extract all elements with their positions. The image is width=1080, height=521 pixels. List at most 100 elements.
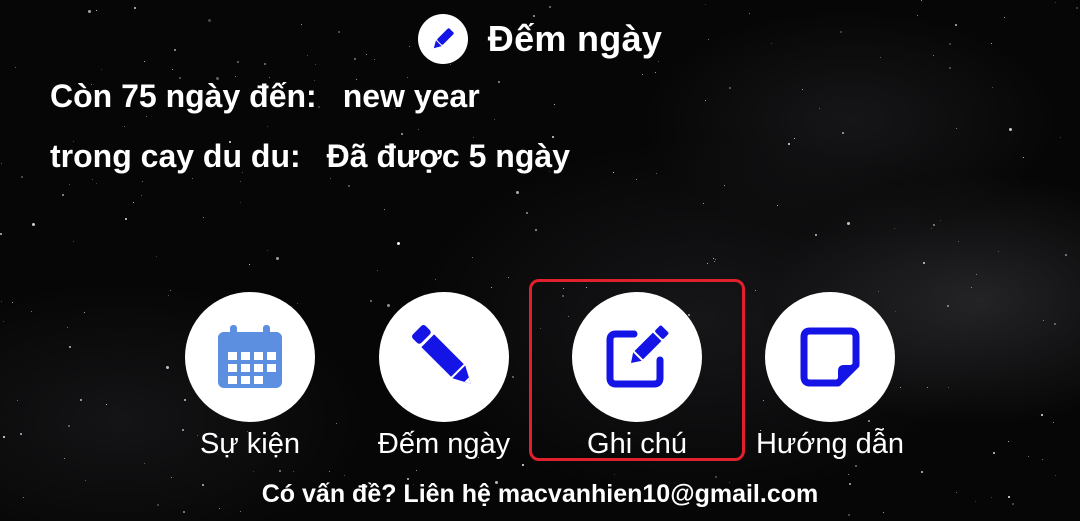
star bbox=[549, 6, 551, 8]
edit-note-icon bbox=[606, 325, 669, 388]
star bbox=[142, 181, 143, 182]
star bbox=[144, 463, 145, 464]
nav-icon-circle[interactable] bbox=[572, 292, 702, 422]
star bbox=[80, 399, 82, 401]
star bbox=[921, 471, 923, 473]
star bbox=[847, 222, 850, 225]
star bbox=[276, 257, 279, 260]
star bbox=[976, 274, 977, 275]
star bbox=[146, 116, 147, 117]
star bbox=[141, 195, 142, 196]
star bbox=[416, 470, 417, 471]
star bbox=[418, 129, 419, 130]
nav-item-label: Đếm ngày bbox=[377, 428, 511, 460]
page-title: Đếm ngày bbox=[487, 18, 663, 59]
star bbox=[715, 476, 717, 478]
pencil-icon bbox=[433, 28, 454, 49]
nav-item-guide[interactable]: Hướng dẫn bbox=[740, 292, 920, 461]
countdown-value: Đã được 5 ngày bbox=[326, 138, 570, 174]
star bbox=[69, 346, 71, 348]
star bbox=[267, 126, 268, 127]
star bbox=[267, 250, 268, 251]
star bbox=[705, 4, 706, 5]
star bbox=[329, 471, 330, 472]
star bbox=[240, 511, 241, 512]
star bbox=[279, 470, 281, 472]
star bbox=[92, 179, 93, 180]
star bbox=[133, 202, 134, 203]
countdown-label: Còn 75 ngày đến: bbox=[50, 78, 317, 114]
contact-footer: Có vấn đề? Liên hệ macvanhien10@gmail.co… bbox=[261, 480, 819, 508]
star bbox=[494, 119, 495, 120]
star bbox=[21, 176, 23, 178]
star bbox=[1043, 320, 1044, 321]
star bbox=[1009, 128, 1012, 131]
star bbox=[124, 126, 125, 127]
star bbox=[535, 229, 537, 231]
star bbox=[498, 81, 500, 83]
star bbox=[96, 10, 97, 11]
star bbox=[642, 74, 643, 75]
star bbox=[106, 404, 107, 405]
star bbox=[848, 514, 850, 516]
star bbox=[3, 436, 5, 438]
countdown-label: trong cay du du: bbox=[50, 138, 301, 174]
nav-icon-circle[interactable] bbox=[765, 292, 895, 422]
pencil-icon bbox=[412, 325, 471, 384]
star bbox=[472, 257, 473, 258]
star bbox=[971, 287, 972, 288]
star bbox=[170, 290, 171, 291]
star bbox=[183, 511, 185, 513]
star bbox=[848, 474, 849, 475]
star bbox=[384, 209, 385, 210]
star bbox=[724, 185, 725, 186]
star bbox=[125, 218, 127, 220]
star bbox=[1, 163, 2, 164]
nav-item-notes[interactable]: Ghi chú bbox=[547, 292, 727, 461]
star bbox=[96, 183, 97, 184]
star bbox=[64, 458, 65, 459]
nav-icon-circle[interactable] bbox=[379, 292, 509, 422]
star bbox=[69, 184, 70, 185]
star bbox=[192, 178, 193, 179]
star bbox=[67, 327, 68, 328]
star bbox=[68, 425, 70, 427]
nav-item-count-days[interactable]: Đếm ngày bbox=[354, 292, 534, 461]
star bbox=[344, 475, 345, 476]
star bbox=[377, 270, 378, 271]
star bbox=[656, 173, 657, 174]
nav-item-events[interactable]: Sự kiện bbox=[160, 292, 340, 461]
star bbox=[17, 400, 18, 401]
star bbox=[636, 179, 637, 180]
star bbox=[998, 251, 999, 252]
star bbox=[156, 256, 157, 257]
star bbox=[32, 223, 35, 226]
countdown-value: new year bbox=[342, 78, 480, 114]
star bbox=[1028, 456, 1029, 457]
star bbox=[522, 464, 524, 466]
star bbox=[330, 178, 331, 179]
star bbox=[940, 220, 941, 221]
star bbox=[921, 0, 922, 1]
app-header: Đếm ngày bbox=[0, 14, 1080, 64]
star bbox=[171, 477, 172, 478]
star bbox=[703, 203, 704, 204]
nav-icon-circle[interactable] bbox=[185, 292, 315, 422]
star bbox=[715, 259, 716, 260]
countdown-row-2: trong cay du du: Đã được 5 ngày bbox=[50, 138, 570, 175]
star bbox=[705, 100, 706, 101]
star bbox=[1008, 441, 1009, 442]
star bbox=[992, 87, 993, 88]
star bbox=[203, 217, 204, 218]
star bbox=[1023, 157, 1024, 158]
star bbox=[855, 465, 857, 467]
star bbox=[923, 262, 925, 264]
star bbox=[1042, 459, 1043, 460]
star bbox=[315, 64, 316, 65]
star bbox=[729, 87, 731, 89]
star bbox=[777, 205, 778, 206]
star bbox=[1053, 422, 1054, 423]
star bbox=[794, 138, 795, 139]
star bbox=[293, 471, 294, 472]
star bbox=[235, 76, 236, 77]
